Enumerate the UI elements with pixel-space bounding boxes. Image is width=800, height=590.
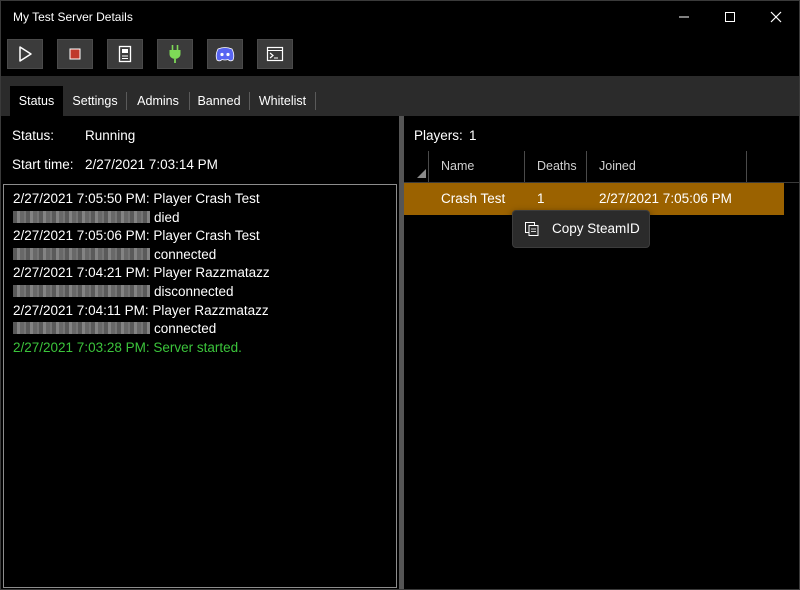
log-line: 2/27/2021 7:05:50 PM: Player Crash Test — [13, 191, 260, 206]
player-name: Crash Test — [441, 191, 506, 206]
tab-admins[interactable]: Admins — [128, 86, 188, 116]
console-button[interactable] — [257, 39, 293, 69]
tab-separator — [249, 92, 250, 110]
player-deaths: 1 — [537, 191, 545, 206]
window-title: My Test Server Details — [13, 10, 133, 24]
start-time-label: Start time: — [12, 157, 74, 172]
discord-icon — [215, 47, 235, 62]
log-line-text: died — [154, 210, 180, 225]
players-count: 1 — [469, 128, 477, 143]
players-grid-header: Name Deaths Joined — [404, 151, 799, 183]
log-line: 2/27/2021 7:04:11 PM: Player Razzmatazz — [13, 303, 269, 318]
status-value: Running — [85, 128, 136, 143]
play-icon — [19, 46, 32, 62]
notebook-icon — [118, 45, 132, 63]
column-separator — [746, 151, 747, 182]
column-header-joined[interactable]: Joined — [599, 159, 636, 173]
stop-server-button[interactable] — [57, 39, 93, 69]
column-separator — [524, 151, 525, 182]
tab-banned[interactable]: Banned — [191, 86, 247, 116]
notes-button[interactable] — [107, 39, 143, 69]
discord-button[interactable] — [207, 39, 243, 69]
redacted-steamid — [13, 248, 150, 260]
connect-button[interactable] — [157, 39, 193, 69]
tab-status[interactable]: Status — [10, 86, 63, 116]
minimize-icon — [679, 16, 689, 18]
copy-steamid-menu-item[interactable]: Copy SteamID — [552, 221, 640, 236]
column-separator — [586, 151, 587, 182]
server-log[interactable]: 2/27/2021 7:05:50 PM: Player Crash Test … — [3, 184, 397, 588]
close-button[interactable] — [753, 1, 799, 33]
log-line: connected — [13, 321, 216, 336]
tab-separator — [126, 92, 127, 110]
tab-strip: Status Settings Admins Banned Whitelist — [1, 76, 799, 116]
column-header-deaths[interactable]: Deaths — [537, 159, 577, 173]
terminal-icon — [266, 46, 284, 62]
tab-whitelist[interactable]: Whitelist — [251, 86, 314, 116]
start-server-button[interactable] — [7, 39, 43, 69]
status-panel: Status: Running Start time: 2/27/2021 7:… — [1, 116, 399, 589]
maximize-icon — [725, 12, 735, 22]
context-menu: Copy SteamID — [512, 210, 650, 248]
minimize-button[interactable] — [661, 1, 707, 33]
player-joined: 2/27/2021 7:05:06 PM — [599, 191, 732, 206]
column-header-name[interactable]: Name — [441, 159, 474, 173]
log-line-server-started: 2/27/2021 7:03:28 PM: Server started. — [13, 340, 242, 355]
copy-icon — [525, 222, 539, 236]
title-bar[interactable]: My Test Server Details — [1, 1, 799, 33]
status-label: Status: — [12, 128, 55, 143]
toolbar — [1, 33, 799, 75]
start-time-value: 2/27/2021 7:03:14 PM — [85, 157, 218, 172]
log-line-text: disconnected — [154, 284, 234, 299]
players-label: Players: — [414, 128, 463, 143]
server-details-window: My Test Server Details Status Settings A… — [0, 0, 800, 590]
players-panel: Players: 1 Name Deaths Joined Crash Test… — [404, 116, 799, 589]
close-icon — [770, 11, 782, 23]
log-line: 2/27/2021 7:05:06 PM: Player Crash Test — [13, 228, 260, 243]
log-line-text: connected — [154, 247, 217, 262]
select-all-corner-icon[interactable] — [416, 168, 428, 180]
tab-separator — [315, 92, 316, 110]
column-separator — [428, 151, 429, 182]
log-line: connected — [13, 247, 216, 262]
plug-icon — [169, 45, 181, 63]
redacted-steamid — [13, 211, 150, 223]
log-line: disconnected — [13, 284, 234, 299]
redacted-steamid — [13, 322, 150, 334]
stop-icon — [69, 48, 81, 60]
redacted-steamid — [13, 285, 150, 297]
maximize-button[interactable] — [707, 1, 753, 33]
log-line: 2/27/2021 7:04:21 PM: Player Razzmatazz — [13, 265, 270, 280]
log-line: died — [13, 210, 180, 225]
tab-settings[interactable]: Settings — [65, 86, 125, 116]
tab-separator — [189, 92, 190, 110]
log-line-text: connected — [154, 321, 217, 336]
